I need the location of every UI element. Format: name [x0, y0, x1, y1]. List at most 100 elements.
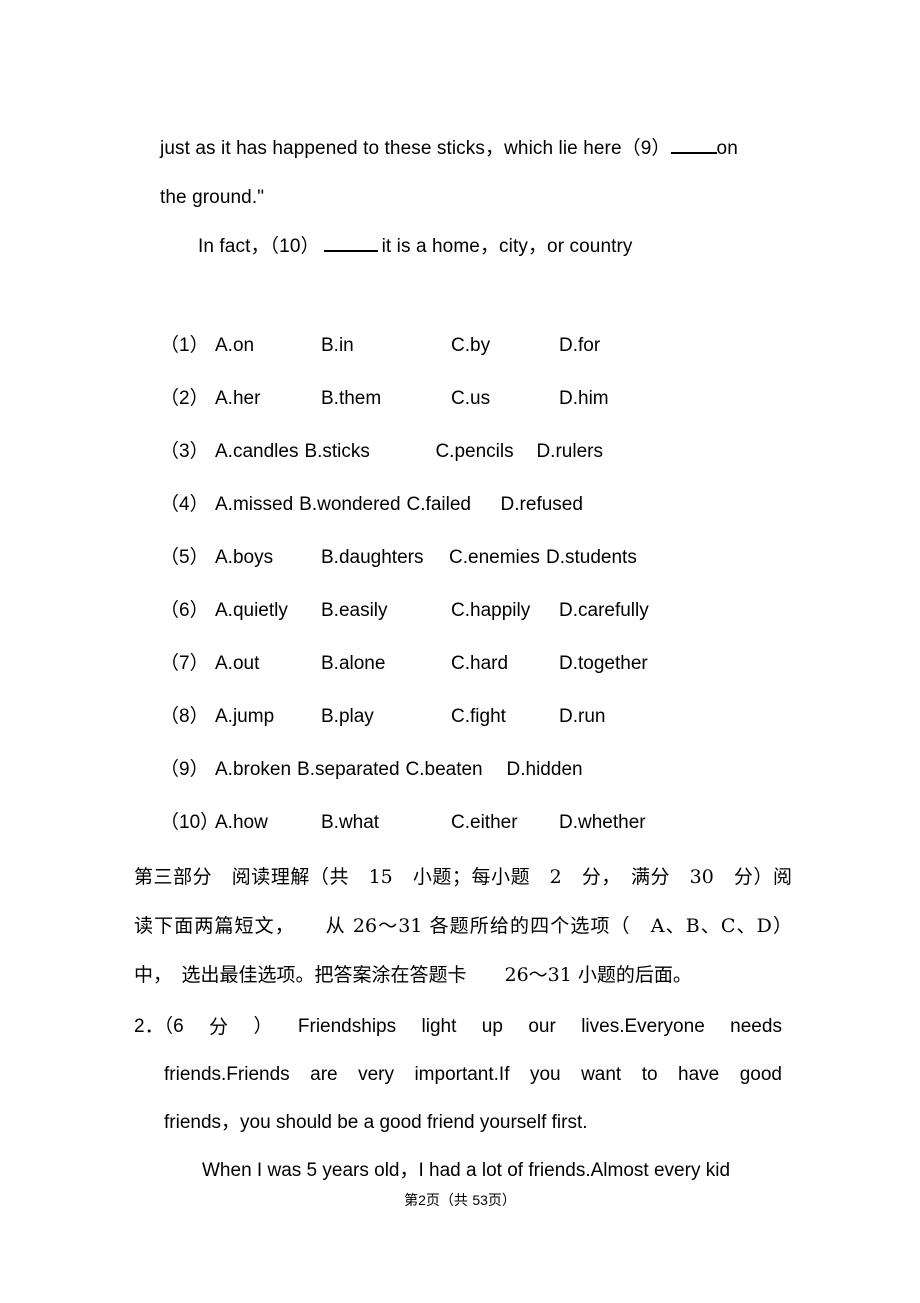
option-choice-a[interactable]: A.how — [215, 812, 321, 834]
word: light — [421, 1016, 457, 1037]
option-row: （4） A.missed B.wondered C.failed D.refus… — [160, 489, 780, 542]
option-choice-d[interactable]: D.run — [559, 706, 615, 728]
word: needs — [730, 1016, 782, 1037]
blank-9 — [670, 138, 717, 154]
option-number: （10） — [160, 812, 220, 833]
option-choice-d[interactable]: D.refused — [501, 494, 593, 516]
option-number: （3） — [160, 441, 209, 462]
option-row: （3） A.candles B.sticks C.pencils D.ruler… — [160, 436, 780, 489]
option-choice-a[interactable]: A.quietly — [215, 600, 321, 622]
word: up — [481, 1016, 503, 1037]
option-choice-c[interactable]: C.failed — [407, 494, 501, 516]
option-row: （6） A.quietly B.easily C.happily D.caref… — [160, 595, 780, 648]
option-choice-c[interactable]: C.us — [451, 388, 559, 410]
option-number: （1） — [160, 335, 209, 356]
word: lives.Everyone — [581, 1016, 705, 1037]
option-choice-d[interactable]: D.rulers — [536, 441, 613, 463]
footer-suffix: 页） — [487, 1193, 516, 1209]
option-choice-d[interactable]: D.hidden — [507, 759, 593, 781]
option-choice-c[interactable]: C.enemies — [449, 547, 546, 569]
option-row: （5） A.boys B.daughters C.enemies D.stude… — [160, 542, 780, 595]
option-choice-b[interactable]: B.separated — [297, 759, 405, 781]
footer-mid: 页（共 — [425, 1193, 468, 1209]
word: Friendships — [297, 1016, 397, 1037]
passage-line-3: In fact，（10） it is a home，city，or country — [198, 236, 633, 258]
word: are — [310, 1064, 338, 1085]
passage-line-3-head: In fact，（10） — [198, 236, 320, 257]
word: to — [641, 1064, 658, 1085]
option-choice-a[interactable]: A.candles — [215, 441, 304, 463]
option-choice-c[interactable]: C.fight — [451, 706, 559, 728]
option-row: （2） A.her B.them C.us D.him — [160, 383, 780, 436]
option-number: （7） — [160, 653, 209, 674]
option-choice-d[interactable]: D.for — [559, 335, 610, 357]
question-2-line-2: friends.Friends are very important.If yo… — [134, 1051, 782, 1099]
option-choice-d[interactable]: D.him — [559, 388, 619, 410]
option-row: （8） A.jump B.play C.fight D.run — [160, 701, 780, 754]
option-choice-c[interactable]: C.beaten — [406, 759, 507, 781]
section-3-instructions: 第三部分 阅读理解（共 15 小题；每小题 2 分， 满分 30 分）阅 读下面… — [134, 853, 792, 1000]
option-choice-a[interactable]: A.missed — [215, 494, 299, 516]
word: you — [529, 1064, 561, 1085]
option-number: （2） — [160, 388, 209, 409]
word: have — [678, 1064, 720, 1085]
option-number: （8） — [160, 706, 209, 727]
word: want — [581, 1064, 622, 1085]
option-number: （5） — [160, 547, 209, 568]
option-choice-a[interactable]: A.her — [215, 388, 321, 410]
options-list: （1） A.on B.in C.by D.for （2） A.her B.the… — [160, 330, 780, 860]
question-2-label-cn: 分 — [209, 1016, 229, 1038]
option-choice-c[interactable]: C.pencils — [435, 441, 536, 463]
option-choice-b[interactable]: B.sticks — [304, 441, 435, 463]
word: good — [739, 1064, 782, 1085]
option-choice-b[interactable]: B.what — [321, 812, 451, 834]
blank-10 — [323, 236, 378, 252]
option-choice-b[interactable]: B.easily — [321, 600, 451, 622]
option-choice-a[interactable]: A.out — [215, 653, 321, 675]
passage-line-1: just as it has happened to these sticks，… — [160, 138, 738, 160]
question-2: 2．（6 分 ） Friendships light up our lives.… — [134, 1003, 782, 1195]
option-choice-b[interactable]: B.daughters — [321, 547, 449, 569]
question-2-line-4: When I was 5 years old，I had a lot of fr… — [202, 1160, 731, 1181]
page-footer: 第2页（共 53页） — [0, 1190, 920, 1210]
footer-total-pages: 53 — [472, 1192, 488, 1208]
question-2-line-3: friends，you should be a good friend your… — [164, 1112, 588, 1133]
option-row: （7） A.out B.alone C.hard D.together — [160, 648, 780, 701]
option-choice-b[interactable]: B.them — [321, 388, 451, 410]
option-row: （9） A.broken B.separated C.beaten D.hidd… — [160, 754, 780, 807]
option-choice-a[interactable]: A.broken — [215, 759, 297, 781]
option-choice-c[interactable]: C.either — [451, 812, 559, 834]
option-choice-a[interactable]: A.on — [215, 335, 321, 357]
option-choice-a[interactable]: A.jump — [215, 706, 321, 728]
option-choice-d[interactable]: D.together — [559, 653, 658, 675]
word: important.If — [414, 1064, 510, 1085]
passage-line-3-tail: it is a home，city，or country — [381, 236, 633, 257]
option-choice-a[interactable]: A.boys — [215, 547, 321, 569]
option-choice-c[interactable]: C.happily — [451, 600, 559, 622]
option-choice-c[interactable]: C.hard — [451, 653, 559, 675]
passage-line-2: the ground." — [160, 187, 265, 208]
footer-page-number: 2 — [418, 1192, 426, 1208]
section-3-line-2: 读下面两篇短文， 从 26～31 各题所给的四个选项（ A、B、C、D） — [134, 915, 792, 937]
option-number: （4） — [160, 494, 209, 515]
option-choice-b[interactable]: B.play — [321, 706, 451, 728]
section-3-line-1: 第三部分 阅读理解（共 15 小题；每小题 2 分， 满分 30 分）阅 — [134, 866, 792, 888]
option-number: （9） — [160, 759, 209, 780]
option-choice-d[interactable]: D.students — [546, 547, 647, 569]
word: very — [358, 1064, 394, 1085]
option-choice-c[interactable]: C.by — [451, 335, 559, 357]
option-choice-b[interactable]: B.in — [321, 335, 451, 357]
option-choice-d[interactable]: D.carefully — [559, 600, 659, 622]
option-choice-d[interactable]: D.whether — [559, 812, 656, 834]
section-3-line-3: 中， 选出最佳选项。把答案涂在答题卡 26～31 小题的后面。 — [134, 964, 692, 986]
option-choice-b[interactable]: B.wondered — [299, 494, 406, 516]
option-choice-b[interactable]: B.alone — [321, 653, 451, 675]
question-2-line-1: 2．（6 分 ） Friendships light up our lives.… — [134, 1003, 782, 1051]
question-2-label: 2．（6 — [134, 1016, 184, 1037]
option-row: （1） A.on B.in C.by D.for — [160, 330, 780, 383]
word: our — [528, 1016, 556, 1037]
question-2-label-close: ） — [253, 1016, 273, 1037]
option-number: （6） — [160, 600, 209, 621]
footer-prefix: 第 — [404, 1193, 419, 1209]
word: friends.Friends — [164, 1064, 290, 1085]
